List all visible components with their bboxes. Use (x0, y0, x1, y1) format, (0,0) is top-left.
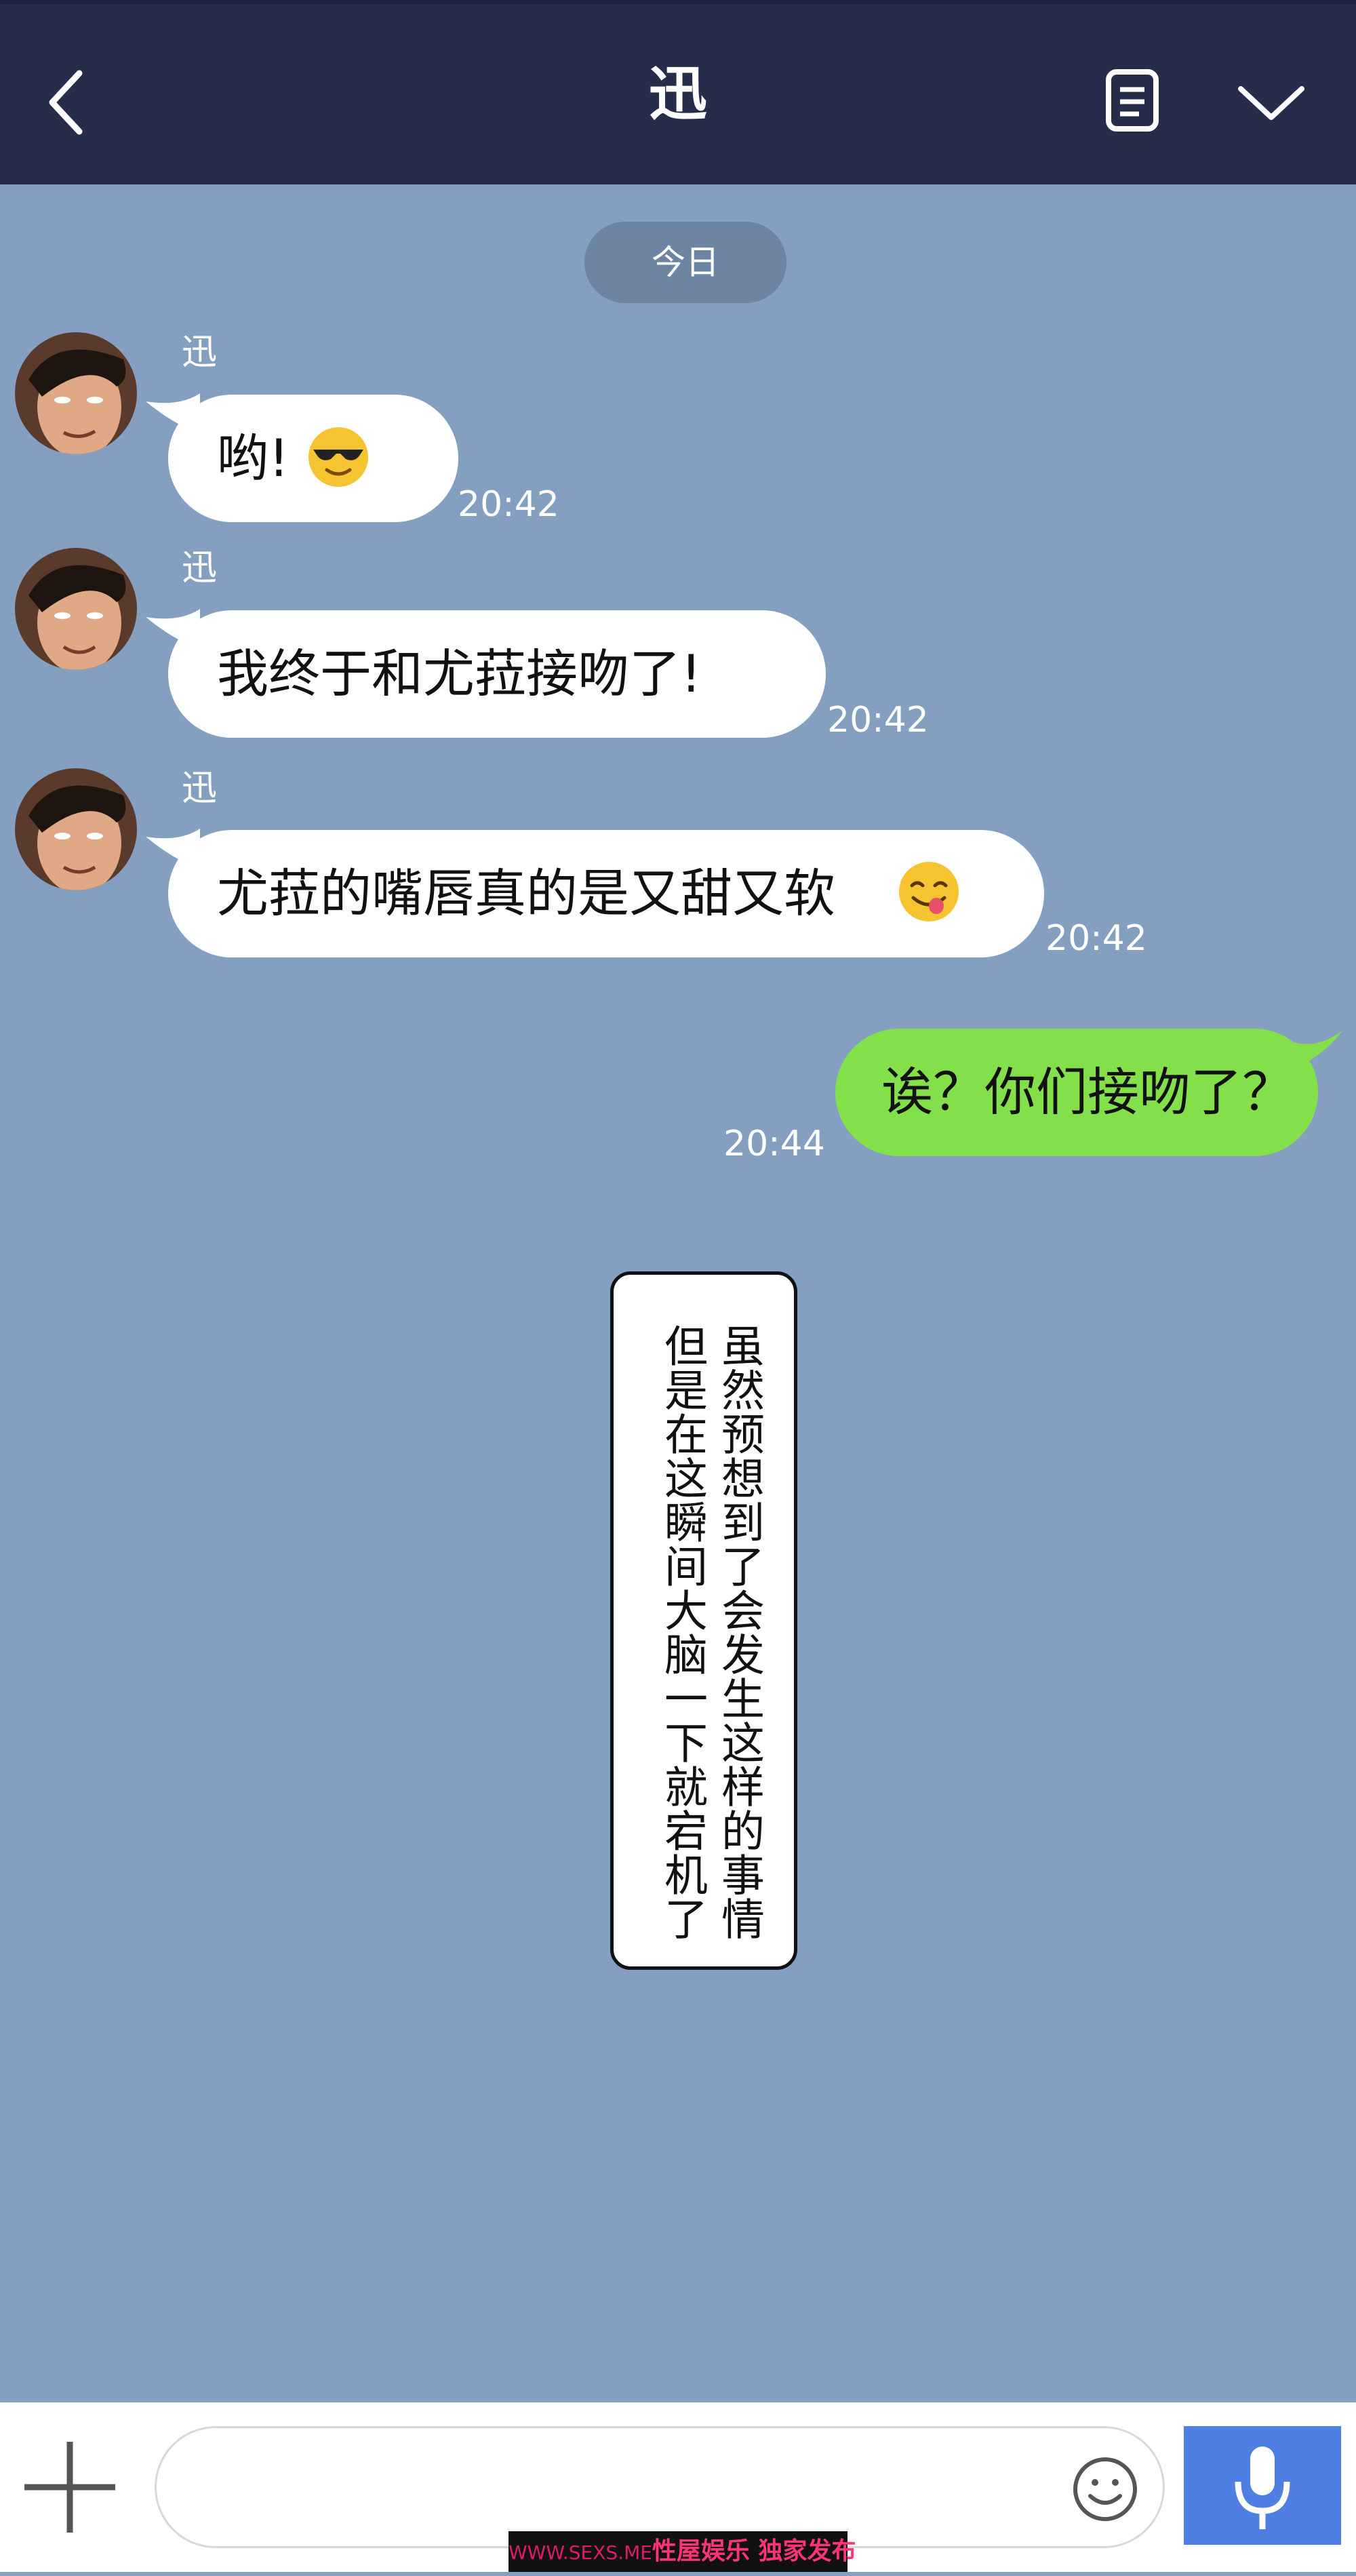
message-time: 20:44 (723, 1124, 825, 1164)
message-text: 诶？你们接吻了？ (881, 1062, 1294, 1122)
yum-emoji-icon (899, 862, 959, 922)
message-time: 20:42 (827, 700, 929, 740)
avatar-portrait-icon (15, 768, 137, 890)
avatar[interactable] (15, 768, 137, 890)
message-text: 哟! (217, 428, 290, 488)
avatar-portrait-icon (15, 548, 137, 670)
message-input[interactable] (155, 2426, 1165, 2548)
watermark-banner: WWW.SEXS.ME性屋娱乐 独家发布 (509, 2531, 856, 2572)
message-time: 20:42 (458, 484, 559, 525)
microphone-icon (1235, 2446, 1290, 2529)
narration-line: 虽然预想到了会发生这样的事情 (714, 1324, 764, 1941)
notes-icon[interactable] (1098, 66, 1166, 134)
plus-icon[interactable] (19, 2436, 121, 2538)
watermark-text: 性屋娱乐 独家发布 (652, 2537, 856, 2565)
message-text: 尤菈的嘴唇真的是又甜又软 (217, 863, 835, 924)
narration-line: 但是在这瞬间大脑一下就宕机了 (657, 1324, 707, 1941)
sender-name: 迅 (182, 332, 218, 373)
avatar[interactable] (15, 548, 137, 670)
message-bubble[interactable]: 我终于和尤菈接吻了! (168, 610, 826, 738)
watermark-site: WWW.SEXS.ME (509, 2541, 652, 2564)
message-bubble-outgoing[interactable]: 诶？你们接吻了？ (835, 1029, 1318, 1156)
message-time: 20:42 (1045, 918, 1147, 959)
sender-name: 迅 (182, 768, 218, 809)
voice-button[interactable] (1184, 2426, 1341, 2545)
sender-name: 迅 (182, 548, 218, 589)
avatar[interactable] (15, 332, 137, 454)
narration-box: 虽然预想到了会发生这样的事情 但是在这瞬间大脑一下就宕机了 (610, 1271, 797, 1970)
message-text: 我终于和尤菈接吻了! (217, 643, 702, 704)
emoji-smile-icon[interactable] (1071, 2455, 1139, 2523)
avatar-portrait-icon (15, 332, 137, 454)
date-divider: 今日 (584, 222, 786, 303)
chevron-down-icon[interactable] (1234, 75, 1309, 130)
sunglasses-emoji-icon (308, 427, 368, 487)
chat-header: 迅 (0, 0, 1356, 184)
